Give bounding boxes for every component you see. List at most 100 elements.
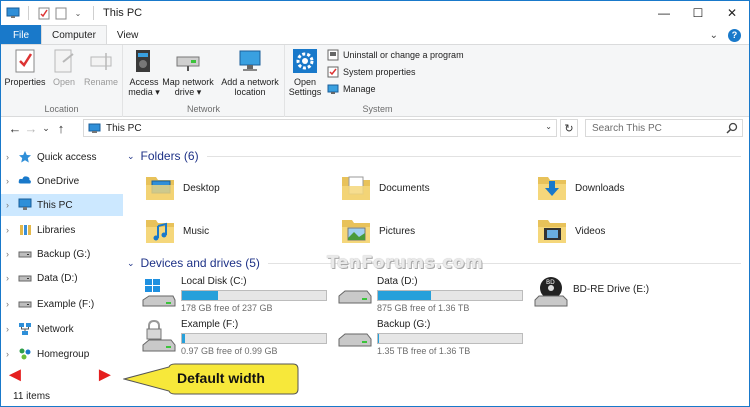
music-folder-icon [146, 220, 174, 243]
open-settings-label-2: Settings [288, 87, 322, 97]
expand-chevron-icon[interactable]: › [6, 225, 16, 235]
uninstall-icon [327, 49, 339, 61]
folders-section-header[interactable]: ⌄ Folders (6) [127, 149, 741, 163]
drive-example-f[interactable]: Example (F:) 0.97 GB free of 0.99 GB [141, 319, 327, 356]
drive-icon [18, 271, 32, 285]
close-button[interactable]: ✕ [715, 1, 749, 25]
access-media-button[interactable]: Access media ▾ [127, 47, 161, 97]
back-arrow-icon[interactable]: ← [7, 121, 23, 136]
rename-button[interactable]: Rename [83, 47, 119, 87]
folder-downloads[interactable]: Downloads [535, 171, 624, 205]
drive-bd-re-e[interactable]: BD BD-RE Drive (E:) [533, 274, 649, 310]
drive-free-space: 875 GB free of 1.36 TB [377, 303, 470, 313]
nav-label: Backup (G:) [37, 248, 91, 260]
customize-quick-access-icon[interactable]: ⌄ [71, 6, 85, 20]
drive-data-d[interactable]: Data (D:) 875 GB free of 1.36 TB [337, 276, 523, 313]
forward-arrow-icon[interactable]: → [23, 121, 39, 136]
windows-drive-icon [142, 279, 176, 307]
nav-item-libraries[interactable]: › Libraries [1, 219, 123, 241]
properties-label: Properties [4, 77, 46, 87]
refresh-button[interactable]: ↻ [560, 119, 578, 137]
expand-chevron-icon[interactable]: › [6, 249, 16, 259]
collapse-chevron-icon[interactable]: ⌄ [127, 151, 135, 162]
open-button[interactable]: Open [49, 47, 79, 87]
drive-icon [338, 333, 372, 347]
bluray-drive-icon: BD [534, 277, 568, 307]
folder-music[interactable]: Music [143, 214, 209, 248]
expand-chevron-icon[interactable]: › [6, 176, 16, 186]
expand-chevron-icon[interactable]: › [6, 273, 16, 283]
expand-chevron-icon[interactable]: › [6, 324, 16, 334]
uninstall-program-button[interactable]: Uninstall or change a program [327, 49, 464, 61]
ribbon-group-location: Properties Open Rename Location [1, 45, 123, 117]
drives-section-title: Devices and drives (5) [140, 256, 260, 270]
access-media-label-1: Access [129, 77, 159, 87]
minimize-button[interactable]: — [647, 1, 681, 25]
manage-button[interactable]: Manage [327, 83, 376, 95]
drive-usage-bar [181, 290, 327, 301]
expand-chevron-icon[interactable]: › [6, 152, 16, 162]
folder-videos[interactable]: Videos [535, 214, 605, 248]
system-properties-button[interactable]: System properties [327, 66, 416, 78]
properties-button[interactable]: Properties [4, 47, 46, 87]
section-divider [206, 155, 741, 157]
nav-item-backup-g[interactable]: › Backup (G:) [1, 243, 123, 265]
nav-item-homegroup[interactable]: › Homegroup [1, 343, 123, 365]
expand-chevron-icon[interactable]: › [6, 349, 16, 359]
videos-folder-icon [538, 220, 566, 243]
collapse-chevron-icon[interactable]: ⌄ [127, 258, 135, 269]
title-bar: ⌄ This PC — ☐ ✕ [1, 1, 749, 25]
tab-view[interactable]: View [107, 25, 149, 45]
access-media-label-2: media ▾ [128, 87, 160, 97]
tab-file[interactable]: File [1, 25, 41, 45]
right-red-arrow-icon: ► [95, 364, 115, 386]
nav-item-onedrive[interactable]: › OneDrive [1, 170, 123, 192]
folder-pictures[interactable]: Pictures [339, 214, 415, 248]
cloud-icon [18, 174, 32, 188]
access-media-icon [130, 47, 158, 75]
expand-chevron-icon[interactable]: › [6, 299, 16, 309]
maximize-button[interactable]: ☐ [681, 1, 715, 25]
address-bar[interactable]: This PC ⌄ [83, 119, 557, 137]
nav-item-data-d[interactable]: › Data (D:) [1, 267, 123, 289]
recent-locations-icon[interactable]: ⌄ [39, 123, 53, 134]
folder-name: Music [183, 225, 210, 237]
up-arrow-icon[interactable]: ↑ [53, 121, 69, 136]
rename-label: Rename [83, 77, 119, 87]
map-network-drive-label-1: Map network [162, 77, 214, 87]
drive-icon [18, 247, 32, 261]
star-icon [18, 150, 32, 164]
help-icon[interactable]: ? [728, 28, 741, 42]
drive-usage-bar [377, 290, 523, 301]
address-dropdown-icon[interactable]: ⌄ [545, 122, 552, 131]
properties-quick-icon[interactable] [37, 6, 51, 20]
collapse-ribbon-icon[interactable]: ⌄ [710, 30, 718, 41]
drive-local-disk-c[interactable]: Local Disk (C:) 178 GB free of 237 GB [141, 276, 327, 313]
nav-label: Network [37, 323, 74, 335]
uninstall-label: Uninstall or change a program [343, 50, 464, 60]
new-folder-quick-icon[interactable] [54, 6, 68, 20]
nav-item-example-f[interactable]: › Example (F:) [1, 293, 123, 315]
search-input[interactable]: Search This PC [585, 119, 743, 137]
add-network-location-button[interactable]: Add a network location [219, 47, 281, 97]
address-breadcrumb-this-pc[interactable]: This PC [106, 123, 142, 134]
folder-documents[interactable]: Documents [339, 171, 430, 205]
nav-item-network[interactable]: › Network [1, 318, 123, 340]
tenforums-watermark: TenForums.com [327, 253, 484, 273]
open-settings-button[interactable]: Open Settings [287, 47, 323, 97]
tab-computer[interactable]: Computer [41, 25, 107, 45]
map-network-drive-button[interactable]: Map network drive ▾ [159, 47, 217, 97]
nav-item-quick-access[interactable]: › Quick access [1, 146, 123, 168]
svg-text:BD: BD [546, 279, 555, 286]
drive-backup-g[interactable]: Backup (G:) 1.35 TB free of 1.36 TB [337, 319, 523, 356]
window-controls: — ☐ ✕ [647, 1, 749, 25]
drive-free-space: 1.35 TB free of 1.36 TB [377, 346, 471, 356]
expand-chevron-icon[interactable]: › [6, 200, 16, 210]
this-pc-icon[interactable] [6, 6, 20, 20]
nav-item-this-pc[interactable]: › This PC [1, 194, 123, 216]
folder-name: Downloads [575, 182, 625, 194]
drive-name: Data (D:) [377, 276, 418, 287]
drive-free-space: 0.97 GB free of 0.99 GB [181, 346, 278, 356]
rename-icon [87, 47, 115, 75]
folder-desktop[interactable]: Desktop [143, 171, 220, 205]
